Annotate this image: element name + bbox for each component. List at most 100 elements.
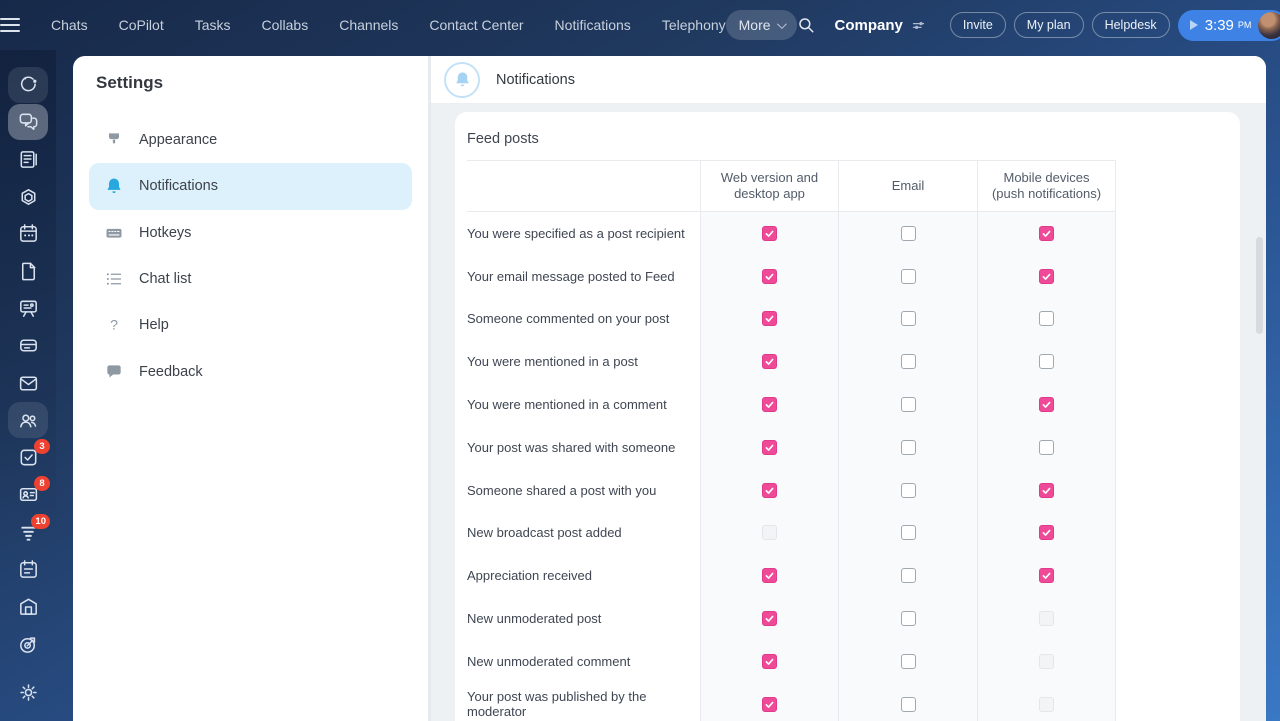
settings-item-chat-list[interactable]: Chat list bbox=[89, 256, 412, 302]
sidebar-item-docs[interactable] bbox=[8, 252, 48, 289]
checkbox-web[interactable] bbox=[762, 568, 777, 584]
checkbox-web[interactable] bbox=[762, 354, 777, 370]
checkbox-email[interactable] bbox=[900, 482, 916, 498]
checkbox-mobile[interactable] bbox=[1039, 525, 1054, 541]
sidebar-item-warehouse[interactable] bbox=[8, 588, 48, 625]
checkbox-email[interactable] bbox=[900, 397, 916, 413]
checkbox-email[interactable] bbox=[900, 525, 916, 541]
sidebar-item-crm[interactable]: 8 bbox=[8, 476, 50, 513]
nav-item-channels[interactable]: Channels bbox=[339, 17, 398, 33]
settings-item-feedback[interactable]: Feedback bbox=[89, 348, 412, 394]
checkbox-mobile[interactable] bbox=[1039, 397, 1054, 413]
top-right-cluster: Company Invite My plan Helpdesk 3:39 PM bbox=[797, 9, 1280, 41]
checkbox-web[interactable] bbox=[762, 225, 777, 241]
nav-item-telephony[interactable]: Telephony bbox=[662, 17, 726, 33]
checkbox-email[interactable] bbox=[900, 311, 916, 327]
checkbox-email[interactable] bbox=[900, 354, 916, 370]
settings-item-notifications[interactable]: Notifications bbox=[89, 163, 412, 210]
checkbox-web[interactable] bbox=[762, 268, 777, 284]
checkbox-web[interactable] bbox=[762, 653, 777, 669]
checkbox-mobile[interactable] bbox=[1039, 311, 1054, 327]
main-panel: Notifications Feed posts Web version and… bbox=[431, 56, 1266, 721]
nav-more-button[interactable]: More bbox=[725, 10, 797, 40]
nav-item-notifications[interactable]: Notifications bbox=[555, 17, 631, 33]
nav-item-copilot[interactable]: CoPilot bbox=[119, 17, 164, 33]
sidebar-item-tasks[interactable]: 3 bbox=[8, 438, 50, 476]
search-icon[interactable] bbox=[797, 16, 815, 34]
checkbox-mobile[interactable] bbox=[1039, 354, 1054, 370]
sidebar-item-feed[interactable] bbox=[8, 141, 48, 178]
settings-menu: Appearance Notifications Hotkeys Chat list?… bbox=[73, 117, 428, 395]
checkbox-web[interactable] bbox=[762, 439, 777, 455]
cell-mobile bbox=[977, 212, 1116, 255]
page-title: Notifications bbox=[496, 71, 575, 88]
top-bar: Chats CoPilot Tasks Collabs Channels Contact … bbox=[0, 0, 1280, 50]
column-header: Mobile devices (push notifications) bbox=[977, 161, 1116, 211]
my-plan-button[interactable]: My plan bbox=[1013, 12, 1084, 38]
sidebar-item-drive[interactable] bbox=[8, 327, 48, 364]
settings-item-label: Help bbox=[139, 317, 169, 334]
sidebar-item-settings[interactable] bbox=[8, 674, 48, 711]
filter-sliders-icon bbox=[912, 21, 925, 29]
sidebar-item-boards[interactable] bbox=[8, 290, 48, 327]
appearance-icon bbox=[103, 129, 125, 151]
helpdesk-button[interactable]: Helpdesk bbox=[1091, 12, 1170, 38]
checkbox-web[interactable] bbox=[762, 311, 777, 327]
checkbox-mobile[interactable] bbox=[1039, 225, 1054, 241]
settings-item-help[interactable]: ? Help bbox=[89, 302, 412, 348]
checkbox-email[interactable] bbox=[900, 696, 916, 712]
checkbox-web[interactable] bbox=[762, 482, 777, 498]
notifications-avatar-icon bbox=[444, 61, 480, 98]
sidebar-item-funnel[interactable]: 10 bbox=[8, 513, 50, 551]
settings-item-appearance[interactable]: Appearance bbox=[89, 117, 412, 163]
feedback-icon bbox=[103, 361, 125, 383]
sidebar-item-planner[interactable] bbox=[8, 551, 48, 588]
cell-email bbox=[838, 639, 977, 683]
checkbox-mobile[interactable] bbox=[1039, 268, 1054, 284]
checkbox-email[interactable] bbox=[900, 439, 916, 455]
avatar[interactable] bbox=[1258, 11, 1280, 39]
checkbox-mobile[interactable] bbox=[1039, 439, 1054, 455]
checkbox-mobile bbox=[1039, 611, 1054, 627]
sidebar-item-calendar[interactable] bbox=[8, 215, 48, 252]
cell-web bbox=[700, 597, 838, 640]
top-nav: Chats CoPilot Tasks Collabs Channels Contact … bbox=[51, 17, 726, 33]
table-row: Appreciation received bbox=[467, 554, 1116, 598]
hamburger-menu-icon[interactable] bbox=[0, 0, 20, 50]
header-spacer bbox=[467, 161, 700, 211]
checkbox-mobile[interactable] bbox=[1039, 482, 1054, 498]
nav-item-tasks[interactable]: Tasks bbox=[195, 17, 231, 33]
bell-icon bbox=[103, 175, 125, 197]
svg-text:?: ? bbox=[110, 318, 118, 334]
table-row: Someone commented on your post bbox=[467, 297, 1116, 341]
checkbox-web[interactable] bbox=[762, 611, 777, 627]
settings-item-hotkeys[interactable]: Hotkeys bbox=[89, 210, 412, 256]
cell-web bbox=[700, 383, 838, 426]
app-sidebar: 3 8 10 bbox=[0, 50, 56, 721]
nav-item-collabs[interactable]: Collabs bbox=[262, 17, 309, 33]
nav-item-chats[interactable]: Chats bbox=[51, 17, 88, 33]
table-row: Your post was published by the moderator bbox=[467, 682, 1116, 721]
cell-email bbox=[838, 682, 977, 721]
sidebar-item-sign[interactable] bbox=[8, 178, 48, 215]
cell-web bbox=[700, 212, 838, 255]
nav-item-contact-center[interactable]: Contact Center bbox=[429, 17, 523, 33]
checkbox-email[interactable] bbox=[900, 225, 916, 241]
checkbox-email[interactable] bbox=[900, 611, 916, 627]
company-selector[interactable]: Company bbox=[835, 17, 926, 34]
invite-button[interactable]: Invite bbox=[949, 12, 1006, 38]
checkbox-mobile[interactable] bbox=[1039, 568, 1054, 584]
sidebar-item-chats[interactable] bbox=[8, 103, 48, 140]
checkbox-email[interactable] bbox=[900, 268, 916, 284]
sidebar-item-mail[interactable] bbox=[8, 364, 48, 401]
sidebar-item-marketing[interactable] bbox=[8, 625, 48, 662]
scrollbar-thumb[interactable] bbox=[1256, 237, 1263, 334]
sidebar-item-people[interactable] bbox=[8, 402, 48, 439]
sidebar-item-copilot[interactable] bbox=[8, 66, 48, 103]
settings-item-label: Appearance bbox=[139, 132, 218, 149]
checkbox-email[interactable] bbox=[900, 568, 916, 584]
checkbox-web[interactable] bbox=[762, 696, 777, 712]
checkbox-email[interactable] bbox=[900, 653, 916, 669]
checkbox-web[interactable] bbox=[762, 397, 777, 413]
clock-widget[interactable]: 3:39 PM bbox=[1177, 9, 1280, 41]
